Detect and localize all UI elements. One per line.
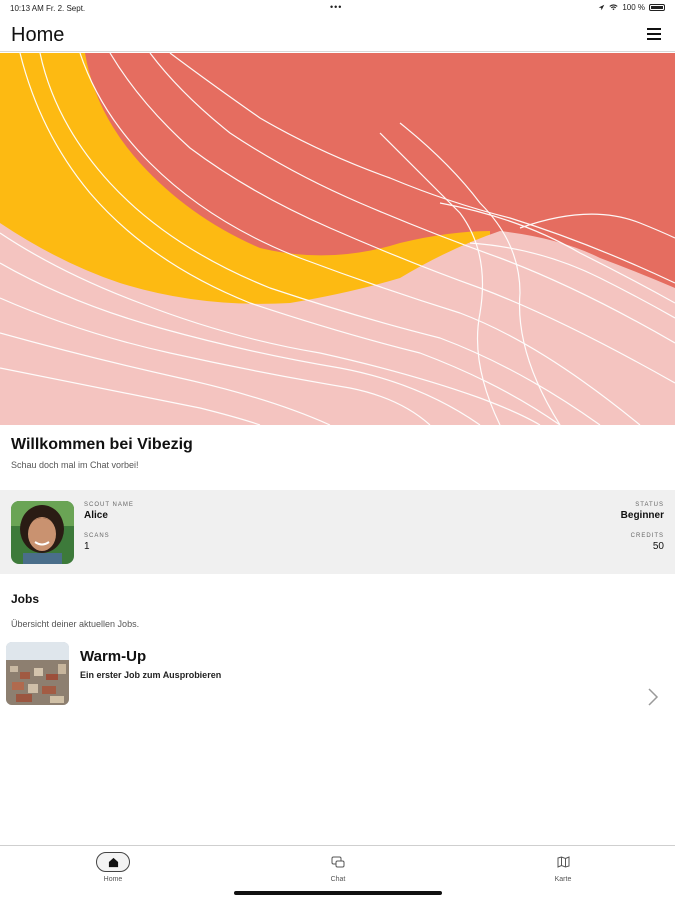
- scans-label: SCANS: [84, 533, 110, 539]
- chat-icon: [331, 856, 345, 867]
- hero-banner-image: [0, 53, 675, 425]
- location-icon: [599, 4, 605, 11]
- multitasking-dots[interactable]: •••: [330, 2, 342, 12]
- navigation-bar: Home: [0, 18, 675, 52]
- job-description: Ein erster Job zum Ausprobieren: [80, 670, 222, 680]
- welcome-title: Willkommen bei Vibezig: [11, 436, 193, 453]
- tab-karte-label: Karte: [554, 876, 572, 883]
- jobs-section-subtitle: Übersicht deiner aktuellen Jobs.: [11, 619, 140, 629]
- page-title: Home: [11, 24, 65, 46]
- status-indicators: 100 %: [598, 3, 665, 12]
- chevron-right-icon: [648, 688, 659, 706]
- tab-home-label: Home: [103, 876, 123, 883]
- job-title: Warm-Up: [80, 648, 147, 665]
- status-label: STATUS: [635, 502, 664, 508]
- battery-icon: [649, 4, 665, 11]
- tab-karte[interactable]: Karte: [533, 852, 593, 892]
- tab-chat-label: Chat: [330, 876, 346, 883]
- jobs-section-title: Jobs: [11, 592, 40, 606]
- scans-value: 1: [84, 541, 90, 552]
- status-value: Beginner: [620, 510, 664, 521]
- profile-card: SCOUT NAME Alice SCANS 1 STATUS Beginner…: [0, 490, 675, 574]
- hamburger-menu-icon[interactable]: [647, 28, 661, 40]
- tab-chat[interactable]: Chat: [308, 852, 368, 892]
- credits-label: CREDITS: [630, 533, 664, 539]
- battery-percent: 100 %: [622, 3, 645, 12]
- scout-name-value: Alice: [84, 510, 108, 521]
- status-bar: 10:13 AM Fr. 2. Sept. ••• 100 %: [0, 0, 675, 16]
- credits-value: 50: [652, 541, 664, 552]
- tab-home[interactable]: Home: [83, 852, 143, 892]
- scout-name-label: SCOUT NAME: [84, 502, 134, 508]
- status-time-date: 10:13 AM Fr. 2. Sept.: [10, 4, 86, 13]
- map-icon: [557, 856, 569, 868]
- home-indicator[interactable]: [234, 891, 442, 895]
- wifi-icon: [609, 4, 618, 11]
- welcome-subtitle: Schau doch mal im Chat vorbei!: [11, 460, 139, 470]
- home-icon: [108, 857, 118, 867]
- job-list-item[interactable]: Warm-Up Ein erster Job zum Ausprobieren: [0, 638, 675, 714]
- avatar: [11, 501, 74, 564]
- job-thumbnail: [6, 642, 69, 705]
